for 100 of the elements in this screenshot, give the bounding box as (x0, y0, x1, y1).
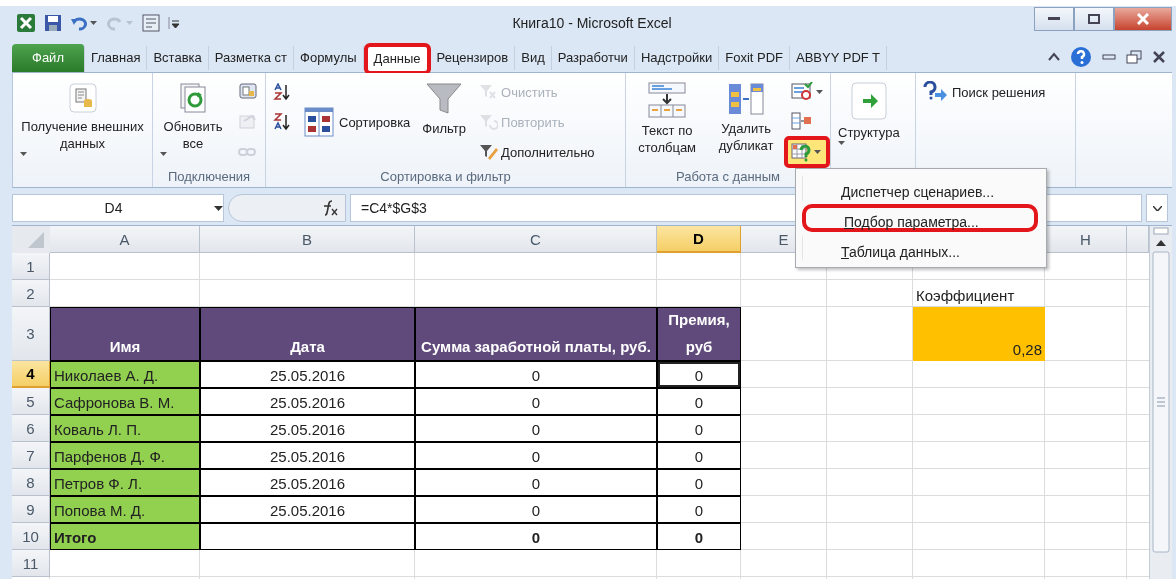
ribbon-tab[interactable]: Разработчи (551, 46, 635, 70)
close-icon[interactable] (1152, 50, 1166, 64)
consolidate-icon (791, 112, 813, 132)
ribbon-button[interactable]: Удалить дубликат (709, 77, 783, 159)
row-header[interactable]: 7 (12, 442, 50, 469)
ribbon-tab[interactable]: Вид (515, 46, 552, 70)
ribbon-button[interactable]: Поиск решения (919, 79, 1050, 105)
caret-icon (160, 152, 167, 156)
what-if-icon (791, 142, 811, 162)
caret-icon (20, 152, 27, 156)
ribbon-button[interactable]: Обновить все (156, 77, 230, 161)
sort-descending-icon (273, 113, 291, 131)
close-button[interactable] (1114, 7, 1172, 31)
ribbon-button[interactable]: Фильтр (418, 77, 471, 142)
maximize-icon (1088, 14, 1100, 24)
table-cell: 25.05.2016 (200, 415, 415, 442)
group-label: Подключения (166, 169, 252, 186)
ribbon-tab[interactable]: Формулы (294, 46, 364, 70)
column-header[interactable]: D (657, 226, 741, 253)
function-icon[interactable] (321, 200, 339, 216)
menu-item[interactable]: Диспетчер сценариев... (802, 174, 1038, 202)
maximize-button[interactable] (1074, 7, 1114, 31)
table-cell: 25.05.2016 (200, 469, 415, 496)
undo-icon[interactable] (70, 15, 98, 31)
row-header[interactable]: 10 (12, 523, 50, 550)
table-cell-text: Коэффициент (915, 286, 1016, 306)
column-header[interactable]: B (200, 226, 415, 253)
help-icon[interactable] (1070, 46, 1092, 68)
column-header[interactable]: A (50, 226, 200, 253)
caret-icon (214, 205, 223, 211)
table-cell: 25.05.2016 (200, 388, 415, 415)
expand-button[interactable] (1146, 194, 1168, 222)
window-title: Книга10 - Microsoft Excel (512, 15, 672, 31)
row-header[interactable]: 11 (12, 550, 50, 577)
refresh-icon (178, 82, 208, 114)
table-cell: 0 (415, 523, 657, 550)
ribbon-button[interactable]: Сортировка (299, 77, 415, 143)
ribbon-tab[interactable]: Разметка ст (208, 46, 295, 70)
row-header[interactable]: 8 (12, 469, 50, 496)
table-cell: 0 (415, 442, 657, 469)
name-box[interactable]: D4 (12, 194, 224, 222)
filter-icon (426, 82, 463, 116)
ribbon-tab[interactable]: Главная (84, 46, 148, 70)
menu-item[interactable]: Подбор параметра... (802, 204, 1038, 232)
group-label: Работа с данным (674, 169, 782, 186)
table-cell: Николаев А. Д. (50, 361, 200, 388)
table-cell: 25.05.2016 (200, 442, 415, 469)
column-header[interactable]: C (415, 226, 657, 253)
database-icon (66, 82, 99, 114)
close-icon (1137, 13, 1149, 25)
ribbon-tab[interactable]: Рецензиров (430, 46, 516, 70)
row-header[interactable]: 3 (12, 307, 50, 361)
table-cell: 0 (415, 469, 657, 496)
file-tab[interactable]: Файл (12, 44, 85, 72)
table-cell: 0 (415, 361, 657, 388)
minimize-icon (1048, 17, 1060, 21)
table-cell: 0 (657, 496, 741, 523)
column-header[interactable]: H (1045, 226, 1127, 253)
save-icon[interactable] (44, 14, 62, 32)
caret-icon (838, 141, 845, 145)
ribbon-button[interactable]: Дополнительно (474, 139, 599, 165)
ribbon-button[interactable]: Текст по столбцам (629, 77, 706, 161)
table-cell: Премия, руб (657, 307, 741, 361)
row-header[interactable]: 5 (12, 388, 50, 415)
restore-icon[interactable] (1126, 50, 1142, 64)
properties-icon (238, 113, 258, 131)
table-cell: Коваль Л. П. (50, 415, 200, 442)
menu-item[interactable]: Таблица данных... (802, 234, 1038, 262)
remove-duplicates-icon (727, 82, 766, 116)
table-cell: 0 (657, 523, 741, 550)
minimize-button[interactable] (1034, 7, 1074, 31)
ribbon-button[interactable]: Структура (834, 77, 904, 150)
solver-icon (923, 81, 949, 103)
row-header[interactable]: 4 (12, 361, 50, 388)
table-cell: Петров Ф. Л. (50, 469, 200, 496)
sort-ascending-icon (273, 83, 291, 101)
caret-icon (814, 150, 821, 154)
row-header[interactable]: 1 (12, 253, 50, 280)
row-header[interactable]: 2 (12, 280, 50, 307)
table-cell: Сафронова В. М. (50, 388, 200, 415)
table-cell: 0 (657, 469, 741, 496)
ribbon-tab[interactable]: Вставка (147, 46, 209, 70)
connection-icon (238, 83, 258, 101)
table-cell: 0 (657, 415, 741, 442)
row-header[interactable]: 9 (12, 496, 50, 523)
table-cell: Сумма заработной платы, руб. (415, 307, 657, 361)
ribbon-button[interactable]: Получение внешних данных (16, 77, 149, 161)
ribbon-tab[interactable]: Данные (363, 43, 431, 75)
excel-logo-icon (16, 13, 36, 33)
minimize-icon[interactable] (1102, 54, 1116, 60)
caret-icon (816, 90, 823, 94)
ribbon-tab[interactable]: Надстройки (634, 46, 720, 70)
customize-icon[interactable] (168, 16, 180, 30)
ribbon-tab[interactable]: Foxit PDF (719, 46, 790, 70)
row-header[interactable]: 6 (12, 415, 50, 442)
ribbon-button[interactable] (784, 136, 830, 168)
table-cell: Дата (200, 307, 415, 361)
ribbon-tab[interactable]: ABBYY PDF T (790, 46, 888, 70)
outline-icon (850, 82, 887, 120)
collapse-ribbon-icon[interactable] (1048, 52, 1060, 62)
